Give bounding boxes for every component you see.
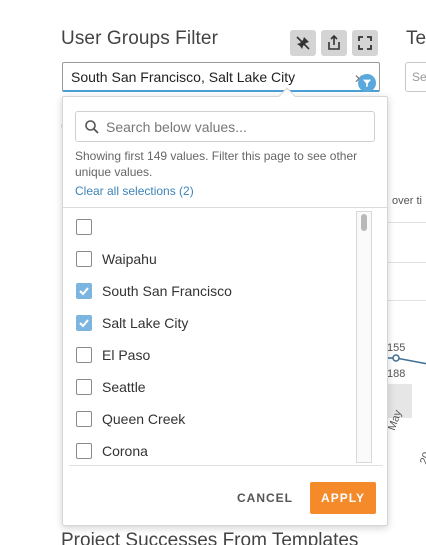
checkbox-checked[interactable] — [76, 315, 92, 331]
adjacent-search-placeholder: Se — [412, 70, 426, 84]
fullscreen-icon — [358, 36, 372, 50]
list-item[interactable]: Salt Lake City — [76, 312, 188, 334]
divider — [63, 207, 387, 208]
share-button[interactable] — [321, 30, 347, 56]
check-icon — [79, 287, 89, 296]
filter-active-icon — [358, 74, 376, 92]
list-item[interactable] — [76, 216, 102, 238]
chart-title-fragment: over ti — [392, 195, 422, 207]
footer-divider — [69, 465, 383, 466]
checkbox[interactable] — [76, 251, 92, 267]
checkbox[interactable] — [76, 411, 92, 427]
checkbox[interactable] — [76, 379, 92, 395]
values-info-text: Showing first 149 values. Filter this pa… — [75, 149, 358, 179]
list-item-label: Waipahu — [102, 251, 157, 267]
checkbox[interactable] — [76, 443, 92, 459]
list-item-label: Corona — [102, 443, 148, 459]
grid-line — [388, 262, 426, 263]
list-scrollbar[interactable] — [356, 211, 372, 463]
filter-dropdown: Showing first 149 values. Filter this pa… — [62, 87, 388, 526]
scrollbar-thumb[interactable] — [361, 214, 367, 231]
check-icon — [79, 319, 89, 328]
values-list: Waipahu South San Francisco Salt Lake Ci… — [63, 211, 359, 463]
list-item[interactable]: Seattle — [76, 376, 146, 398]
search-box[interactable] — [75, 111, 375, 142]
list-item[interactable]: Queen Creek — [76, 408, 185, 430]
checkbox[interactable] — [76, 219, 92, 235]
chart-line — [388, 354, 426, 365]
list-item-label: South San Francisco — [102, 283, 232, 299]
list-item-label: El Paso — [102, 347, 151, 363]
checkbox[interactable] — [76, 347, 92, 363]
grid-line — [388, 300, 426, 301]
list-item[interactable]: El Paso — [76, 344, 150, 366]
filter-title: User Groups Filter — [61, 28, 219, 49]
apply-button[interactable]: APPLY — [310, 482, 376, 514]
list-item-label: Seattle — [102, 379, 146, 395]
x-tick-label: 20 — [418, 450, 426, 467]
list-item[interactable]: Corona — [76, 440, 148, 462]
fullscreen-button[interactable] — [352, 30, 378, 56]
adjacent-filter-title: Te — [406, 28, 426, 49]
cancel-button[interactable]: CANCEL — [233, 487, 297, 509]
selected-values: South San Francisco, Salt Lake City — [71, 69, 296, 85]
list-item-label: Salt Lake City — [102, 315, 189, 331]
search-input[interactable] — [106, 116, 370, 138]
pin-button[interactable] — [290, 30, 316, 56]
adjacent-search-input[interactable]: Se — [405, 62, 426, 92]
section-title: Project Successes From Templates — [61, 530, 359, 545]
clear-all-selections-link[interactable]: Clear all selections (2) — [75, 184, 194, 198]
checkbox-checked[interactable] — [76, 283, 92, 299]
share-icon — [328, 35, 340, 50]
user-groups-select[interactable]: South San Francisco, Salt Lake City ✕ — [62, 62, 380, 92]
list-item-label: Queen Creek — [102, 411, 186, 427]
list-item[interactable]: Waipahu — [76, 248, 157, 270]
list-item[interactable]: South San Francisco — [76, 280, 232, 302]
point-label: 188 — [387, 368, 406, 380]
search-icon — [85, 120, 99, 134]
pin-off-icon — [296, 36, 310, 50]
grid-line — [388, 222, 426, 223]
